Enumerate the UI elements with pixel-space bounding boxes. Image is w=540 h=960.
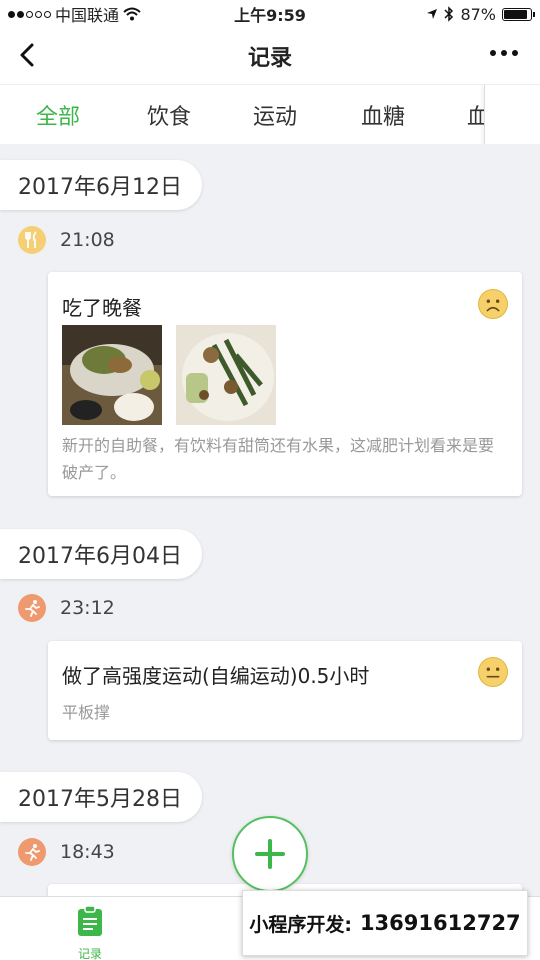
promo-phone: 13691612727 <box>359 911 521 935</box>
tab-all[interactable]: 全部 <box>36 99 80 131</box>
back-chevron-icon[interactable] <box>14 40 44 70</box>
promo-overlay: 小程序开发: 13691612727 <box>242 890 528 956</box>
signal-strength-icon <box>8 10 51 18</box>
entry-time: 18:43 <box>60 841 115 863</box>
page-title: 记录 <box>247 46 292 71</box>
entry-time: 23:12 <box>60 597 115 619</box>
location-arrow-icon <box>427 9 438 19</box>
battery-icon <box>502 7 535 21</box>
date-header: 2017年5月28日 <box>0 772 202 822</box>
card-description: 新开的自助餐，有饮料有甜筒还有水果，这减肥计划看来是要破产了。 <box>62 436 495 482</box>
category-tabs: 全部 饮食 运动 血糖 血 <box>0 84 540 144</box>
sad-face-icon <box>478 289 508 319</box>
add-record-button[interactable] <box>232 816 308 892</box>
neutral-face-icon <box>478 657 508 687</box>
tabs-scroll-edge <box>484 85 540 144</box>
date-header: 2017年6月12日 <box>0 160 202 210</box>
running-icon <box>18 838 46 866</box>
status-right: 87% <box>426 4 535 24</box>
nav-bar: 记录 <box>0 28 540 84</box>
wifi-icon <box>123 7 141 21</box>
plus-icon <box>255 839 285 869</box>
utensils-icon <box>18 226 46 254</box>
entry-time: 21:08 <box>60 229 115 251</box>
bottom-tab-records[interactable]: 记录 <box>60 905 120 960</box>
clipboard-icon <box>78 905 102 936</box>
card-title: 吃了晚餐 <box>62 296 142 320</box>
timeline-entry-header: 21:08 <box>18 226 115 254</box>
promo-label: 小程序开发: <box>249 913 352 936</box>
card-description: 平板撑 <box>62 703 111 722</box>
bottom-tab-label: 记录 <box>77 947 102 960</box>
tab-diet[interactable]: 饮食 <box>147 99 191 131</box>
meal-photo[interactable] <box>62 325 162 425</box>
meal-photo[interactable] <box>176 325 276 425</box>
battery-percent: 87% <box>460 4 496 24</box>
more-menu-icon[interactable] <box>490 50 518 56</box>
record-card[interactable]: 吃了晚餐 新开的自助餐，有饮料有甜筒还有水果，这减肥计划看来是要破产了。 <box>48 272 522 496</box>
bluetooth-icon <box>444 6 454 22</box>
running-icon <box>18 594 46 622</box>
status-left: 中国联通 <box>8 2 141 26</box>
timeline-entry-header: 18:43 <box>18 838 115 866</box>
timeline-entry-header: 23:12 <box>18 594 115 622</box>
card-title: 做了高强度运动(自编运动)0.5小时 <box>62 664 370 688</box>
record-card[interactable]: 做了高强度运动(自编运动)0.5小时 平板撑 <box>48 641 522 740</box>
carrier-name: 中国联通 <box>55 6 120 25</box>
tab-exercise[interactable]: 运动 <box>253 99 297 131</box>
tab-blood-sugar[interactable]: 血糖 <box>361 99 405 131</box>
status-bar: 中国联通 上午9:59 87% <box>0 0 540 28</box>
date-header: 2017年6月04日 <box>0 529 202 579</box>
